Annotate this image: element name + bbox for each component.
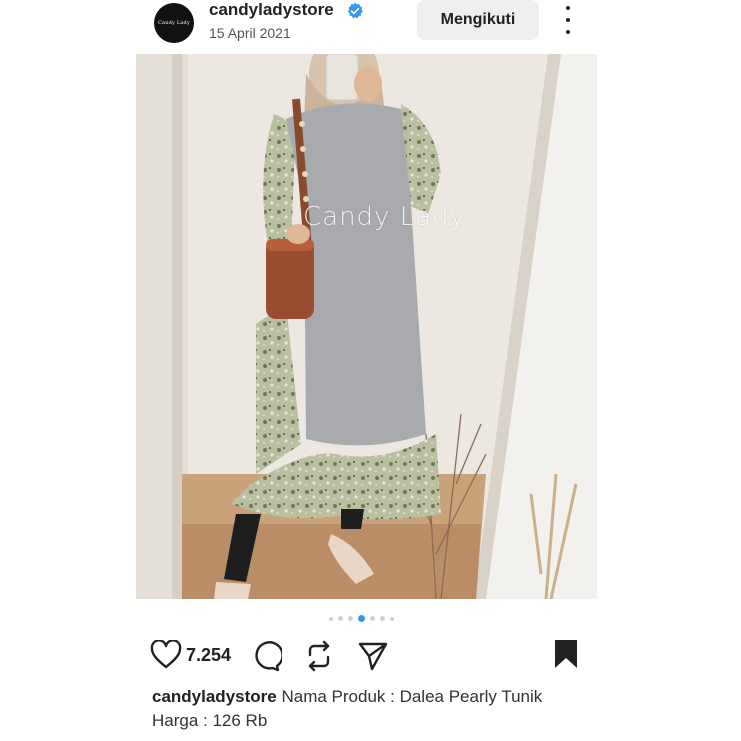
post-image[interactable]: Candy Lady (136, 54, 597, 599)
following-button[interactable]: Mengikuti (417, 0, 539, 40)
post-photo-illustration (136, 54, 597, 599)
verified-badge-icon (347, 2, 363, 19)
carousel-dot-active (358, 615, 365, 622)
more-options-icon[interactable] (556, 6, 580, 34)
heart-icon[interactable] (150, 640, 182, 670)
caption-line-1: Nama Produk : Dalea Pearly Tunik (281, 687, 543, 706)
carousel-dot (338, 616, 343, 621)
send-icon[interactable] (357, 640, 389, 672)
carousel-indicator (329, 615, 394, 622)
repost-icon[interactable] (304, 640, 334, 672)
action-bar: 7.254 (0, 636, 741, 676)
post-caption: candyladystore Nama Produk : Dalea Pearl… (152, 685, 592, 733)
bookmark-icon[interactable] (553, 639, 579, 669)
comment-icon[interactable] (250, 640, 282, 672)
carousel-dot (370, 616, 375, 621)
avatar[interactable]: Candy Lady (154, 3, 194, 43)
post-date: 15 April 2021 (209, 25, 291, 41)
carousel-dot (380, 616, 385, 621)
carousel-dot (390, 616, 394, 621)
avatar-logo-text: Candy Lady (158, 20, 190, 26)
username[interactable]: candyladystore (209, 0, 334, 20)
carousel-dot (329, 616, 333, 621)
caption-username[interactable]: candyladystore (152, 687, 277, 706)
carousel-dot (348, 616, 353, 621)
watermark-text: Candy Lady (302, 202, 467, 232)
caption-line-2: Harga : 126 Rb (152, 711, 268, 730)
like-count[interactable]: 7.254 (186, 645, 231, 666)
post-header: Candy Lady candyladystore 15 April 2021 … (0, 0, 741, 54)
